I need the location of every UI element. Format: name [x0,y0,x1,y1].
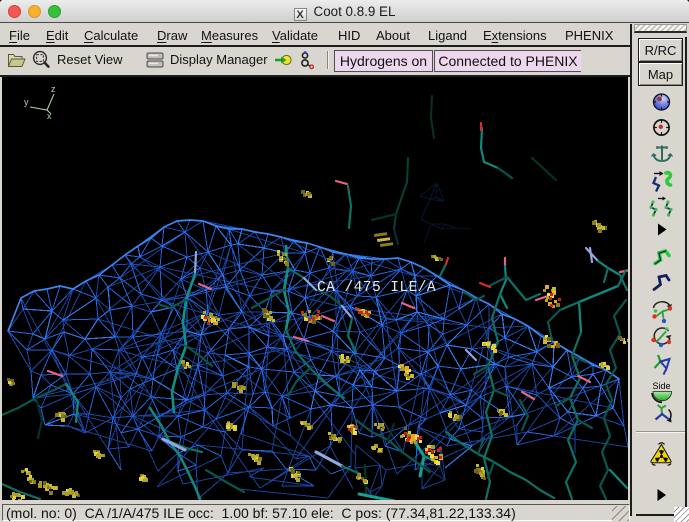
svg-text:x: x [47,111,52,121]
svg-text:y: y [24,97,29,107]
svg-text:Side: Side [652,381,670,391]
svg-text:CA /475 ILE/A: CA /475 ILE/A [317,280,436,296]
svg-text:z: z [51,84,56,94]
